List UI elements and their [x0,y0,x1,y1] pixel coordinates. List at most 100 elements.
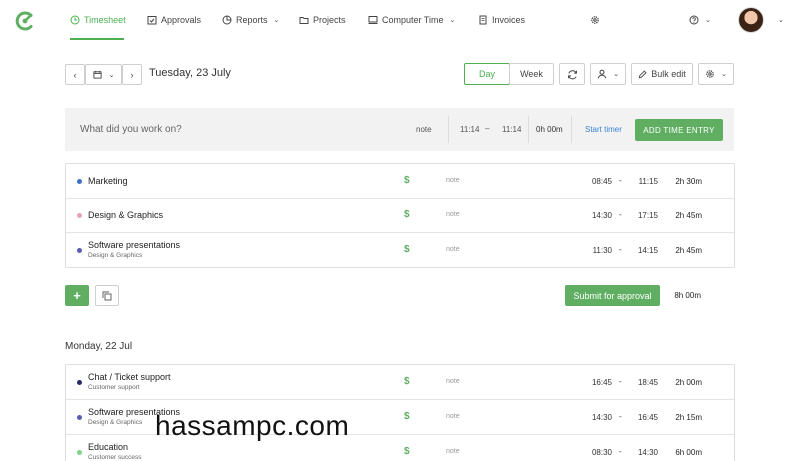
project-name[interactable]: Marketing [88,176,128,186]
start-time[interactable]: 08:45 [576,177,612,186]
billable-dollar-icon[interactable]: $ [404,244,410,255]
project-color-dot [77,450,82,455]
client-name: Customer success [88,454,142,461]
copy-icon [102,291,112,300]
end-time[interactable]: 14:15 [628,246,658,255]
nav-reports[interactable]: Reports ⌄ [222,13,279,27]
profile-menu-chevron[interactable]: ⌄ [776,13,784,27]
table-row[interactable]: Design & Graphics $ note 14:30 - 17:15 2… [66,198,734,233]
billable-dollar-icon[interactable]: $ [404,209,410,220]
billable-dollar-icon[interactable]: $ [404,411,410,422]
end-time[interactable]: 14:30 [628,448,658,457]
project-name[interactable]: Chat / Ticket support [88,372,171,382]
time-dash: - [619,210,622,219]
nav-label: Invoices [492,15,526,25]
nav-projects[interactable]: Projects [299,13,346,27]
view-week-button[interactable]: Week [509,63,554,85]
end-time-input[interactable]: 11:14 [502,125,521,134]
reports-icon [222,15,232,25]
duration-input[interactable]: 0h 00m [536,125,563,134]
note-field[interactable]: note [446,211,460,218]
end-time[interactable]: 11:15 [628,177,658,186]
duration[interactable]: 2h 30m [666,177,702,186]
note-field[interactable]: note [416,125,432,134]
start-time[interactable]: 14:30 [576,211,612,220]
end-time[interactable]: 17:15 [628,211,658,220]
nav-approvals[interactable]: Approvals [147,13,201,27]
bulk-edit-button[interactable]: Bulk edit [631,63,693,85]
start-time[interactable]: 08:30 [576,448,612,457]
table-row[interactable]: Software presentations Design & Graphics… [66,233,734,268]
help-menu[interactable]: ⌄ [689,13,711,27]
start-time[interactable]: 11:30 [576,246,612,255]
billable-dollar-icon[interactable]: $ [404,175,410,186]
avatar[interactable] [738,7,764,33]
billable-dollar-icon[interactable]: $ [404,446,410,457]
end-time[interactable]: 18:45 [628,378,658,387]
end-time[interactable]: 16:45 [628,413,658,422]
settings-button[interactable] [590,13,600,27]
start-time[interactable]: 16:45 [576,378,612,387]
table-row[interactable]: Marketing $ note 08:45 - 11:15 2h 30m [66,164,734,199]
description-input[interactable]: What did you work on? [80,124,182,135]
note-field[interactable]: note [446,177,460,184]
chevron-down-icon: ⌄ [273,17,280,24]
time-dash: - [619,447,622,456]
next-day-button[interactable]: › [122,64,142,85]
project-name[interactable]: Design & Graphics [88,210,163,220]
project-name[interactable]: Education [88,442,128,452]
refresh-button[interactable] [559,63,585,85]
duration[interactable]: 6h 00m [666,448,702,457]
view-week-label: Week [520,69,543,79]
add-entry-button[interactable]: + [65,285,89,306]
submit-for-approval-label: Submit for approval [573,290,652,301]
chevron-down-icon: ⌄ [613,71,619,78]
table-row[interactable]: Chat / Ticket support Customer support $… [66,365,734,400]
add-time-entry-button[interactable]: ADD TIME ENTRY [635,119,723,141]
date-picker-button[interactable]: ⌄ [85,64,122,85]
project-color-dot [77,380,82,385]
nav-label: Timesheet [84,15,126,25]
current-date: Tuesday, 23 July [149,67,231,79]
project-color-dot [77,415,82,420]
start-time-input[interactable]: 11:14 [460,125,479,134]
view-settings-button[interactable]: ⌄ [698,63,734,85]
prev-day-button[interactable]: ‹ [65,64,85,85]
duration[interactable]: 2h 45m [666,246,702,255]
add-time-entry-label: ADD TIME ENTRY [643,125,715,135]
start-timer-link[interactable]: Start timer [585,125,622,134]
time-dash: - [619,377,622,386]
time-dash: - [619,412,622,421]
note-field[interactable]: note [446,448,460,455]
note-field[interactable]: note [446,413,460,420]
clock-icon [70,15,80,25]
watermark-text: hassampc.com [155,410,350,441]
chevron-down-icon: ⌄ [705,17,711,24]
billable-dollar-icon[interactable]: $ [404,376,410,387]
copy-entries-button[interactable] [95,285,119,306]
new-entry-bar: What did you work on? note 11:14 – 11:14… [65,108,734,151]
today-entries-list: Marketing $ note 08:45 - 11:15 2h 30m De… [65,163,735,268]
top-navigation: Timesheet Approvals Reports ⌄ Projects C… [0,0,800,40]
nav-computer-time[interactable]: Computer Time ⌄ [368,13,455,27]
nav-timesheet[interactable]: Timesheet [70,13,126,27]
duration[interactable]: 2h 45m [666,211,702,220]
view-day-button[interactable]: Day [464,63,510,85]
note-field[interactable]: note [446,246,460,253]
day-total: 8h 00m [674,291,701,300]
start-time[interactable]: 14:30 [576,413,612,422]
nav-label: Computer Time [382,15,444,25]
user-filter-button[interactable]: ⌄ [590,63,626,85]
duration[interactable]: 2h 15m [666,413,702,422]
nav-invoices[interactable]: Invoices [478,13,525,27]
project-name[interactable]: Software presentations [88,240,180,250]
clockify-logo-icon[interactable] [14,10,36,32]
note-field[interactable]: note [446,378,460,385]
monitor-icon [368,16,378,24]
refresh-icon [567,69,577,79]
submit-for-approval-button[interactable]: Submit for approval [565,285,660,306]
help-icon [689,15,699,25]
chevron-down-icon: ⌄ [778,17,784,24]
nav-label: Reports [236,15,268,25]
duration[interactable]: 2h 00m [666,378,702,387]
